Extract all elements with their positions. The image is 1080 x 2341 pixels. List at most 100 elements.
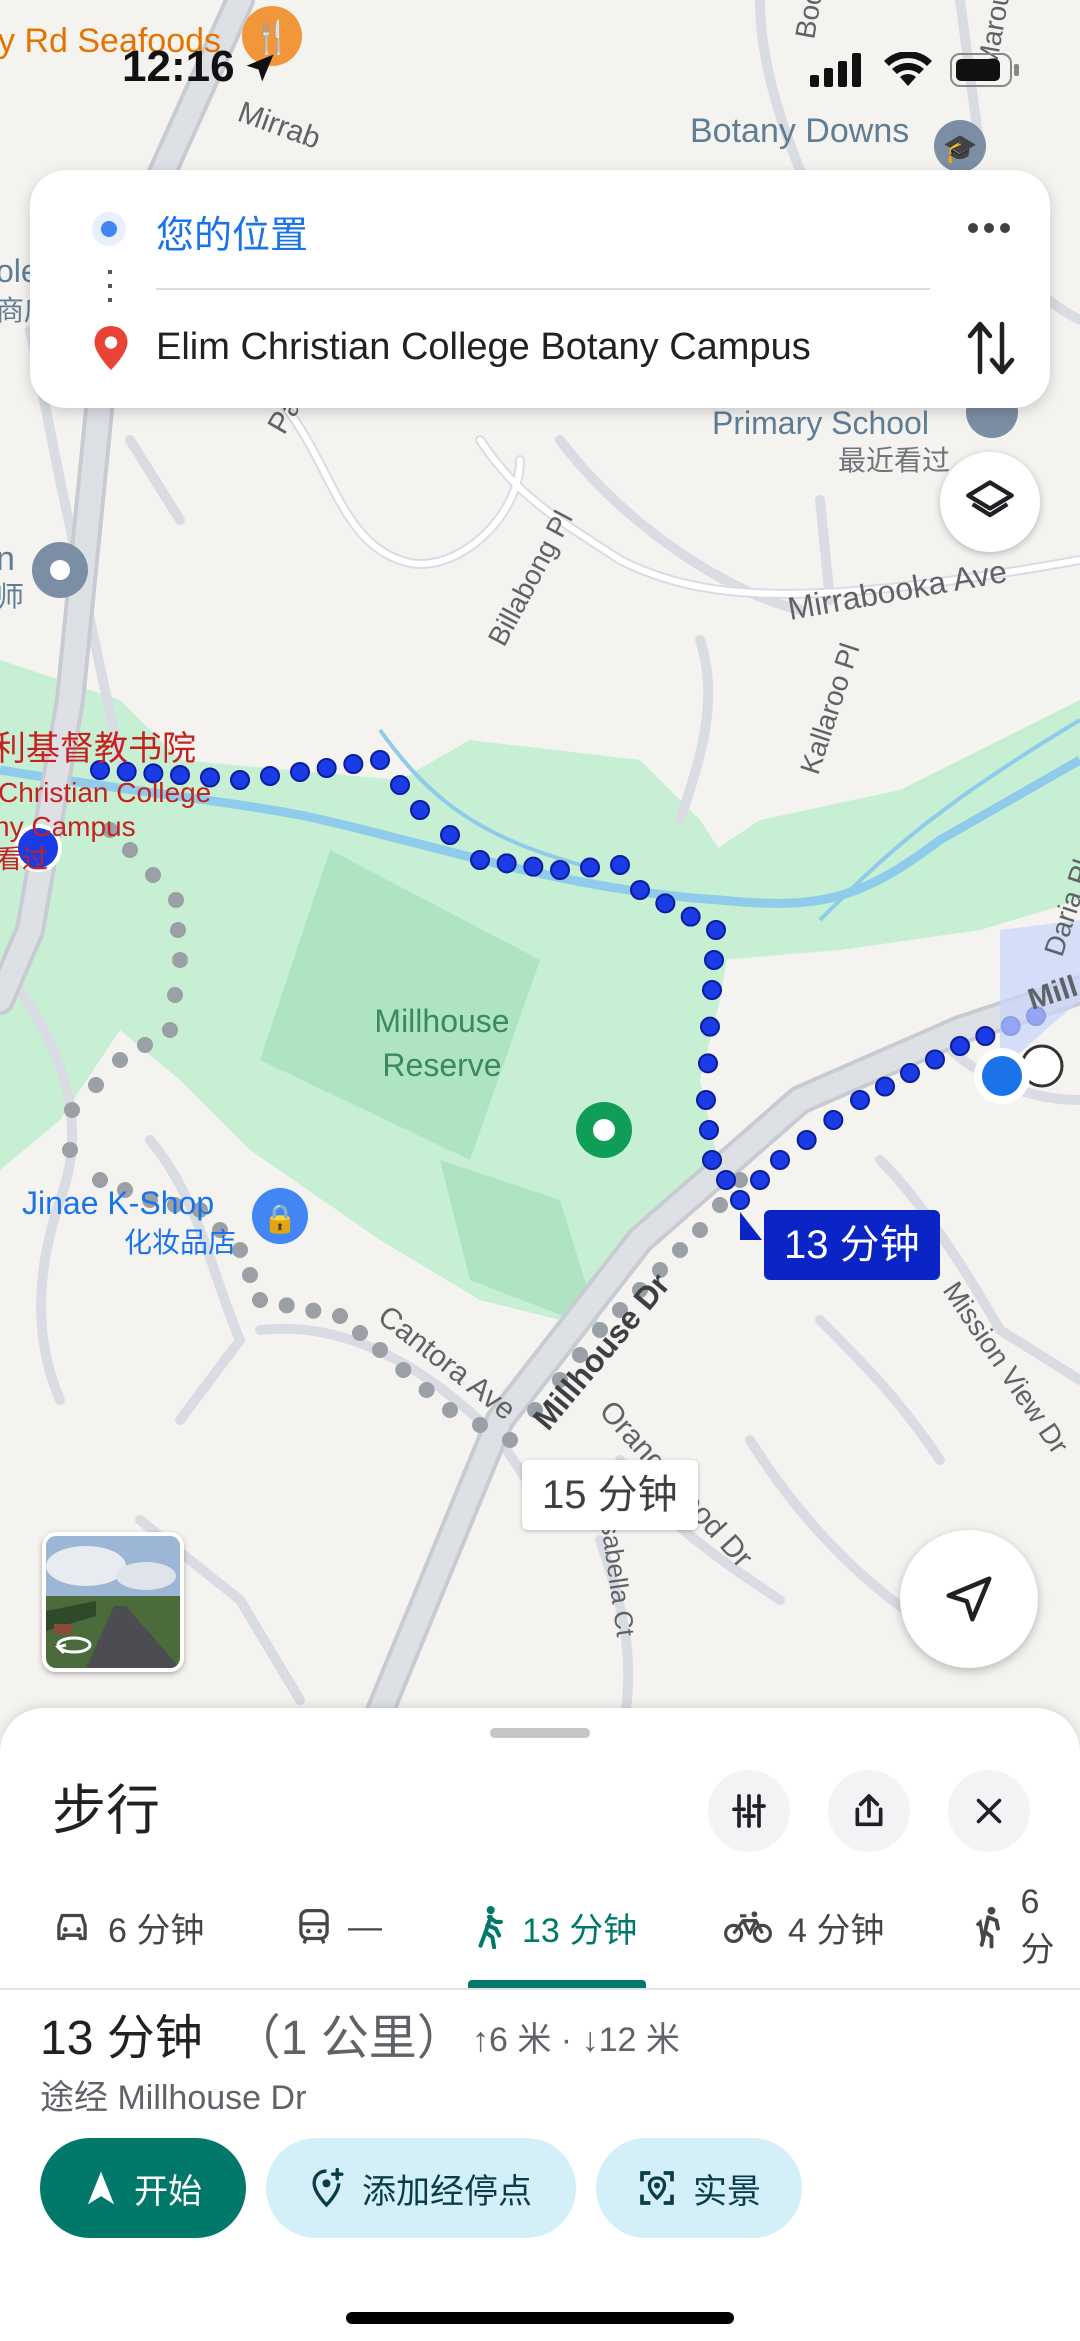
route-dot [702,1150,722,1170]
alt-route-dot [502,1432,518,1448]
route-dot [796,1130,817,1150]
tab-walking[interactable]: 13 分钟 [472,1868,637,1986]
route-dot [440,825,460,845]
shop-pin[interactable]: 🔒 [252,1188,308,1244]
route-dot [316,758,337,778]
alt-route-dot [692,1222,708,1238]
route-dot [700,1016,720,1037]
alt-route-dot [352,1325,368,1341]
live-view-icon [640,2171,674,2205]
map-label-college-en2[interactable]: ny Campus [0,811,136,842]
route-dot [850,1090,870,1110]
route-dot [750,1170,770,1190]
rideshare-icon [975,1906,1000,1949]
tab-transit[interactable]: — [296,1868,382,1986]
tab-cycling-label: 4 分钟 [788,1911,885,1950]
alt-route-dot [162,1022,178,1038]
signal-icon [810,53,866,92]
origin-field[interactable]: 您的位置 [156,204,308,259]
route-duration: 13 分钟 [40,2012,203,2065]
route-dot [470,850,490,870]
park-pin[interactable] [576,1102,632,1158]
tab-rideshare[interactable]: 6 分 [972,1868,1080,1986]
route-dot [630,880,650,900]
walk-icon [478,1906,503,1949]
route-dot [370,750,390,770]
share-icon [855,1794,883,1827]
alt-route-dot [252,1292,268,1308]
alt-route-dot [305,1302,322,1319]
route-dot [696,1090,716,1110]
map-label-shop[interactable]: Jinae K-Shop [22,1185,214,1221]
route-dot [410,800,430,820]
map-label-reserve-1[interactable]: Millhouse [374,1003,509,1039]
transit-icon [299,1909,329,1944]
status-time: 12:16 [122,42,235,91]
add-stop-button-label: 添加经停点 [362,2172,532,2211]
route-dot [610,855,630,875]
alt-route-dot [418,1382,435,1398]
car-icon [57,1913,87,1941]
close-button[interactable] [948,1770,1030,1852]
start-button[interactable]: 开始 [40,2138,246,2238]
tab-driving-label: 6 分钟 [108,1911,205,1950]
destination-field[interactable]: Elim Christian College Botany Campus [156,326,811,369]
add-stop-icon [312,2168,344,2208]
route-dot [716,1170,736,1190]
route-distance: （1 公里） [232,2012,465,2065]
alt-route-dot [395,1362,412,1378]
route-time-label-alt[interactable]: 15 分钟 [522,1460,698,1530]
alt-route-dot [442,1402,458,1418]
active-tab-indicator [468,1980,646,1988]
map-label-college-cn[interactable]: 利基督教书院 [0,730,196,768]
route-dot [580,857,600,878]
alt-route-dot [712,1197,728,1213]
layers-button[interactable] [940,452,1040,552]
recenter-button[interactable] [900,1530,1038,1668]
add-stop-button[interactable]: 添加经停点 [266,2138,576,2238]
sheet-drag-handle[interactable] [490,1728,590,1738]
map-label-primary-school[interactable]: Primary School [712,405,929,441]
place-pin-left[interactable] [32,542,88,598]
route-options-button[interactable] [708,1770,790,1852]
alt-route-dot [170,922,186,938]
map-label-reserve-2[interactable]: Reserve [382,1047,501,1083]
swap-button[interactable] [964,318,1018,378]
map-label-college-en1[interactable]: Christian College [0,777,211,808]
route-dot [550,860,570,880]
alt-route-dot [168,892,184,908]
route-dot [230,770,250,790]
route-dot [706,920,726,940]
route-dot [975,1026,996,1046]
layers-icon [966,480,1014,518]
live-view-button[interactable]: 实景 [596,2138,802,2238]
svg-text:🔒: 🔒 [263,1202,298,1235]
share-button[interactable] [828,1770,910,1852]
street-view-thumbnail[interactable] [42,1532,184,1672]
tab-cycling[interactable]: 4 分钟 [724,1868,884,1986]
route-summary: 13 分钟 （1 公里） [40,1998,465,2068]
alt-route-dot [122,842,138,858]
home-indicator [346,2312,734,2324]
route-dot [704,950,724,970]
alt-route-dot [242,1267,258,1283]
tab-rideshare-label: 6 分 [1020,1883,1055,1969]
tab-driving[interactable]: 6 分钟 [52,1868,204,1986]
alt-route-dot [372,1342,388,1358]
route-dot [698,1053,718,1074]
rotate-360-icon [54,1633,94,1662]
route-elevation: ↑6 米 · ↓12 米 [472,2021,680,2059]
alt-route-dot [278,1297,295,1314]
map-label-left-3[interactable]: n [0,540,15,578]
more-options-button[interactable] [964,206,1014,250]
map-label-college-seen: 看过 [0,844,48,874]
tab-walking-label: 13 分钟 [522,1911,638,1950]
start-button-label: 开始 [134,2172,202,2211]
route-dot [523,856,544,877]
route-dot [900,1063,920,1083]
route-dot [925,1049,945,1070]
tab-transit-label: — [348,1907,382,1946]
alt-route-dot [332,1308,348,1324]
wifi-icon [884,51,932,93]
route-time-label-main[interactable]: 13 分钟 [764,1210,940,1280]
